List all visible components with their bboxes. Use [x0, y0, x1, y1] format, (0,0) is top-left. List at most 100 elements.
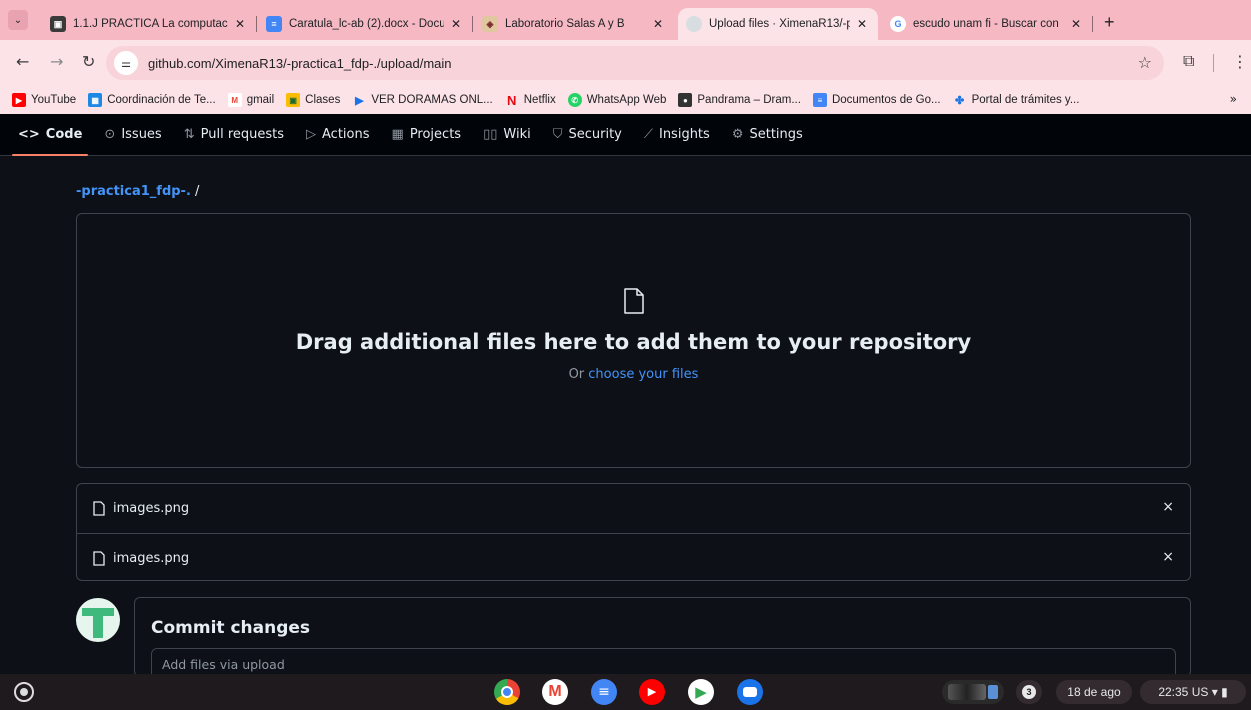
remove-file-button[interactable]: × [1162, 549, 1174, 565]
extensions-icon[interactable]: ⧉ [1183, 51, 1194, 71]
holding-space-thumbnail[interactable] [942, 680, 1004, 704]
panda-icon: ● [678, 93, 693, 107]
play-icon: ▶ [355, 94, 364, 107]
file-icon [93, 550, 105, 566]
uploaded-files-list: images.png × images.png × [76, 483, 1191, 581]
youtube-icon[interactable]: ▶ [639, 679, 665, 705]
graph-icon: ⟋ [643, 127, 653, 142]
whatsapp-icon: ✆ [567, 93, 582, 107]
bookmark-gmail[interactable]: Mgmail [227, 93, 274, 107]
launcher-button[interactable] [14, 682, 34, 702]
browser-tab[interactable]: ▣ 1.1.J PRÁCTICA La computac ✕ [42, 8, 256, 40]
bookmark-documentos[interactable]: ≡ Documentos de Go... [812, 93, 941, 107]
repo-nav: <> Code ⊙ Issues ⇅ Pull requests ▷ Actions ▦… [0, 114, 1251, 156]
date-pill[interactable]: 18 de ago [1056, 680, 1132, 704]
browser-tab-strip: ⌄ ▣ 1.1.J PRÁCTICA La computac ✕ ≡ Carat… [0, 0, 1251, 40]
os-shelf: M ≡ ▶ ▶ 3 18 de ago 22:35 US ▾ ▮ [0, 674, 1251, 710]
tab-settings[interactable]: ⚙ Settings [732, 114, 803, 156]
remove-file-button[interactable]: × [1162, 499, 1174, 515]
bookmark-netflix[interactable]: N Netflix [505, 92, 556, 108]
commit-title: Commit changes [151, 618, 311, 638]
close-icon[interactable]: ✕ [1068, 17, 1084, 31]
bookmark-star-icon[interactable]: ☆ [1138, 53, 1152, 72]
tab-wiki[interactable]: ▯▯ Wiki [483, 114, 531, 156]
messages-icon[interactable] [737, 679, 763, 705]
reload-icon[interactable]: ↻ [82, 52, 95, 71]
docs-icon: ≡ [812, 93, 827, 107]
bookmark-youtube[interactable]: ▶ YouTube [12, 93, 76, 107]
bookmark-pandrama[interactable]: ● Pandrama – Dram... [678, 93, 801, 107]
status-tray[interactable]: 22:35 US ▾ ▮ [1140, 680, 1246, 704]
lab-site-icon: ◈ [482, 16, 498, 32]
play-store-icon[interactable]: ▶ [688, 679, 714, 705]
bookmark-whatsapp[interactable]: ✆ WhatsApp Web [567, 93, 666, 107]
url-text[interactable]: github.com/XimenaR13/-practica1_fdp-./up… [148, 56, 452, 71]
choose-files-link[interactable]: choose your files [588, 367, 698, 382]
google-icon: G [890, 16, 906, 32]
grid-icon: ▦ [88, 93, 103, 107]
avatar[interactable] [76, 598, 120, 642]
actions-icon: ▷ [306, 127, 317, 142]
tab-security[interactable]: ⛉ Security [553, 114, 622, 156]
tab-actions[interactable]: ▷ Actions [306, 114, 370, 156]
gmail-icon: M [227, 93, 242, 107]
close-icon[interactable]: ✕ [448, 17, 464, 31]
netflix-icon: N [507, 92, 517, 108]
youtube-icon: ▶ [12, 93, 26, 107]
docs-icon[interactable]: ≡ [591, 679, 617, 705]
tab-code[interactable]: <> Code [11, 114, 89, 156]
breadcrumb-repo-link[interactable]: -practica1_fdp-. [76, 184, 191, 199]
bookmark-doramas[interactable]: ▶ VER DORAMAS ONL... [352, 93, 493, 107]
classroom-icon: ▣ [50, 16, 66, 32]
classroom-icon: ▣ [286, 93, 301, 107]
tab-projects[interactable]: ▦ Projects [392, 114, 462, 156]
pull-request-icon: ⇅ [183, 127, 195, 142]
wifi-icon: ▾ [1211, 685, 1218, 699]
site-info-icon[interactable]: ⚌ [114, 51, 138, 75]
projects-icon: ▦ [391, 127, 404, 142]
forward-icon[interactable]: → [50, 52, 63, 71]
notification-badge[interactable]: 3 [1016, 680, 1042, 704]
chrome-icon[interactable] [494, 679, 520, 705]
browser-tab[interactable]: G escudo unam fi - Buscar con ✕ [882, 8, 1092, 40]
back-icon[interactable]: ← [16, 52, 29, 71]
tab-insights[interactable]: ⟋ Insights [644, 114, 710, 156]
wiki-icon: ▯▯ [483, 127, 498, 142]
bookmark-coordinacion[interactable]: ▦ Coordinación de Te... [88, 93, 216, 107]
bookmarks-bar: ▶ YouTube ▦ Coordinación de Te... Mgmail ▣… [0, 86, 1251, 114]
close-icon[interactable]: ✕ [854, 17, 870, 31]
portal-icon: ✤ [955, 94, 965, 107]
file-drop-zone[interactable]: Drag additional files here to add them t… [76, 213, 1191, 468]
breadcrumb: -practica1_fdp-. / [76, 184, 200, 199]
browser-tab[interactable]: ◈ Laboratorio Salas A y B ✕ [474, 8, 674, 40]
identicon-icon [82, 608, 114, 638]
code-icon: <> [18, 127, 40, 142]
commit-changes-panel: Commit changes [134, 597, 1191, 680]
browser-tab[interactable]: ≡ Caratula_lc-ab (2).docx - Docu ✕ [258, 8, 472, 40]
bookmark-clases[interactable]: ▣ Clases [286, 93, 340, 107]
close-icon[interactable]: ✕ [650, 17, 666, 31]
bookmark-portal[interactable]: ✤ Portal de trámites y... [953, 93, 1079, 107]
browser-toolbar: ← → ↻ ⚌ github.com/XimenaR13/-practica1_… [0, 40, 1251, 86]
browser-tab-active[interactable]: Upload files · XimenaR13/-pr ✕ [678, 8, 878, 40]
list-item: images.png × [77, 533, 1190, 582]
gmail-icon[interactable]: M [542, 679, 568, 705]
file-name: images.png [113, 501, 190, 516]
tab-pull-requests[interactable]: ⇅ Pull requests [184, 114, 284, 156]
more-bookmarks-icon[interactable]: » [1230, 92, 1237, 106]
menu-icon[interactable]: ⋮ [1232, 52, 1248, 71]
file-icon [93, 501, 105, 516]
drop-zone-subtitle: Or choose your files [568, 367, 699, 382]
github-icon [686, 16, 702, 32]
address-bar[interactable]: ⚌ github.com/XimenaR13/-practica1_fdp-./… [106, 46, 1164, 80]
tab-issues[interactable]: ⊙ Issues [104, 114, 161, 156]
file-name: images.png [113, 550, 190, 566]
new-tab-button[interactable]: + [1104, 12, 1115, 33]
gear-icon: ⚙ [731, 127, 744, 142]
tab-search-button[interactable]: ⌄ [8, 10, 28, 30]
file-icon [624, 288, 644, 314]
list-item: images.png × [77, 484, 1190, 533]
issues-icon: ⊙ [104, 127, 116, 142]
battery-icon: ▮ [1221, 685, 1228, 699]
close-icon[interactable]: ✕ [232, 17, 248, 31]
